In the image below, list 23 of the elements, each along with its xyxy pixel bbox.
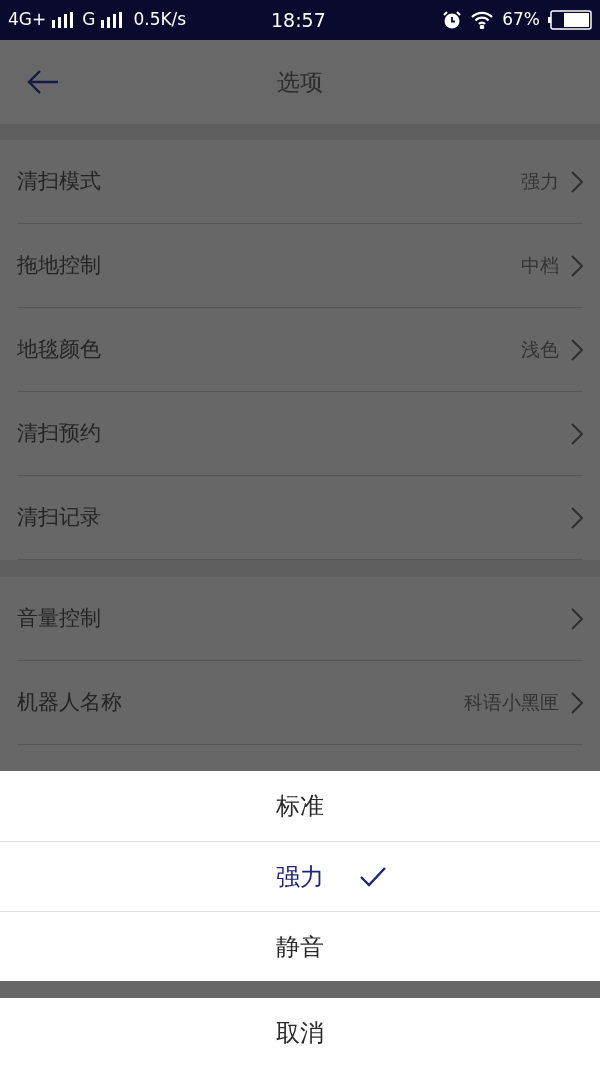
chevron-icon [571,254,583,277]
chevron-icon [571,338,583,361]
signal-icon [51,12,74,28]
settings-row[interactable]: 清扫预约 [17,392,583,476]
chevron-icon [571,422,583,445]
chevron-icon [571,691,583,714]
network-label: 4G+ [8,8,47,32]
battery-icon [548,10,592,30]
check-icon [360,867,386,887]
chevron-icon [571,170,583,193]
battery-percent: 67% [502,8,540,32]
signal-icon [100,12,123,28]
chevron-icon [571,506,583,529]
cancel-button[interactable]: 取消 [0,998,600,1067]
clock-text: 18:57 [271,7,326,33]
chevron-icon [571,607,583,630]
back-icon [27,69,59,95]
settings-row[interactable]: 音量控制 [17,577,583,661]
wifi-icon [470,11,495,29]
network-label: G [82,8,96,32]
alarm-icon [442,10,463,30]
page-title: 选项 [277,67,323,97]
speed-text: 0.5K/s [133,8,187,32]
